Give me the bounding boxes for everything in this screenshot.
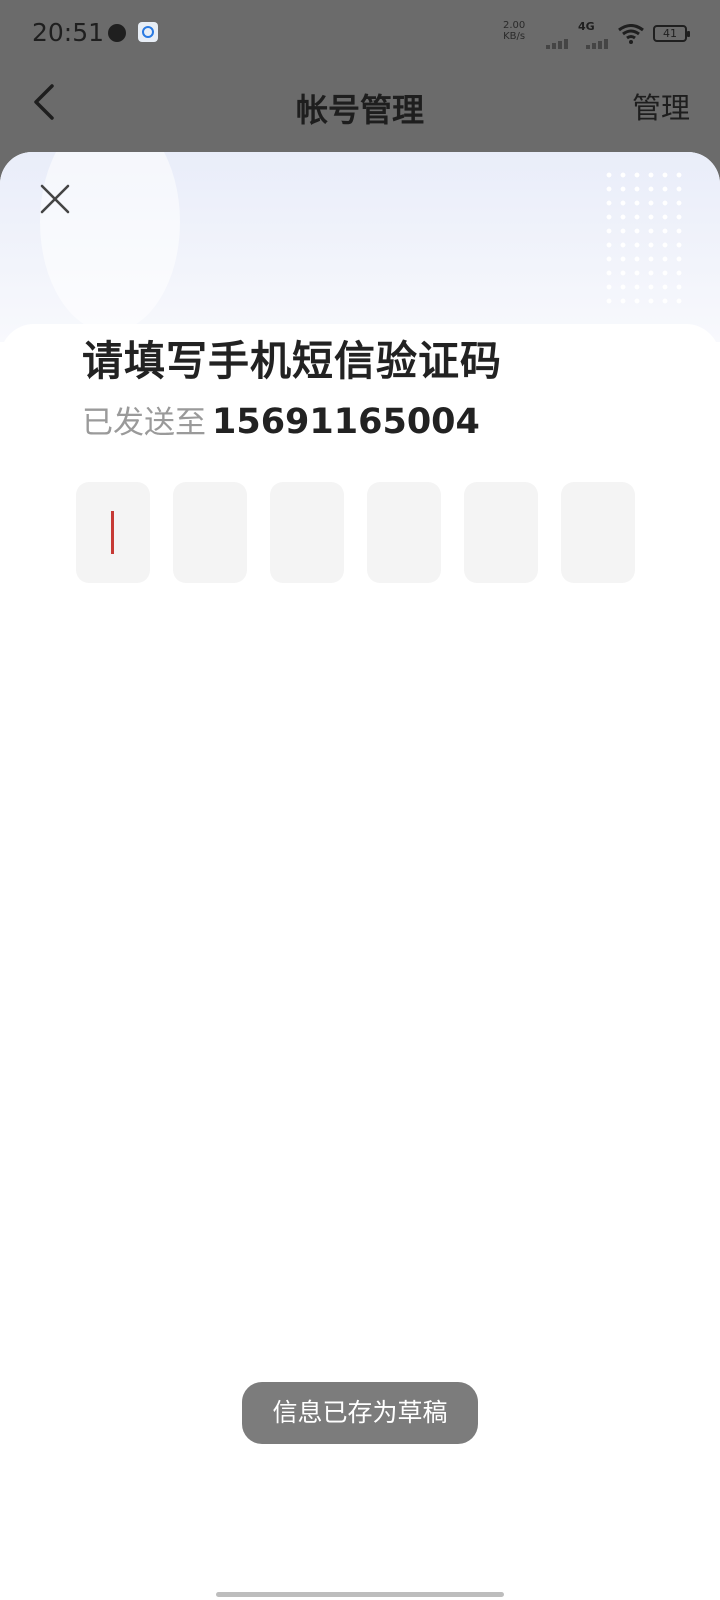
status-time: 20:51 <box>32 18 105 47</box>
decorative-glow <box>40 152 180 332</box>
code-digit-box-5[interactable] <box>464 482 538 583</box>
verification-title: 请填写手机短信验证码 <box>82 337 502 385</box>
status-bar: 20:51 2.00 KB/s 4G 41 <box>0 0 720 68</box>
net-speed: 2.00 KB/s <box>503 20 525 42</box>
phone-number: 15691165004 <box>212 402 480 442</box>
net-speed-value: 2.00 <box>503 20 526 31</box>
nav-header: 帐号管理 管理 <box>0 68 720 150</box>
close-icon[interactable] <box>38 182 72 216</box>
code-digit-box-4[interactable] <box>367 482 441 583</box>
net-speed-unit: KB/s <box>503 31 526 42</box>
signal-4g-icon <box>586 30 610 49</box>
sheet-header-background <box>0 152 720 342</box>
toast-message: 信息已存为草稿 <box>242 1382 478 1444</box>
battery-level: 41 <box>663 27 677 40</box>
text-cursor <box>111 511 114 554</box>
page-title: 帐号管理 <box>295 91 424 129</box>
code-digit-box-3[interactable] <box>270 482 344 583</box>
code-digit-box-6[interactable] <box>561 482 635 583</box>
location-icon <box>108 24 126 42</box>
decorative-dot-grid <box>602 168 690 308</box>
battery-icon: 41 <box>653 25 690 42</box>
signal-icon <box>546 30 570 49</box>
sent-to-row: 已发送至 15691165004 <box>82 397 480 442</box>
code-digit-box-2[interactable] <box>173 482 247 583</box>
wifi-icon <box>618 24 644 44</box>
code-digit-box-1[interactable] <box>76 482 150 583</box>
sent-to-label: 已发送至 <box>82 405 206 441</box>
home-indicator[interactable] <box>216 1592 504 1597</box>
manage-button[interactable]: 管理 <box>632 85 690 127</box>
app-notification-icon <box>138 22 158 42</box>
